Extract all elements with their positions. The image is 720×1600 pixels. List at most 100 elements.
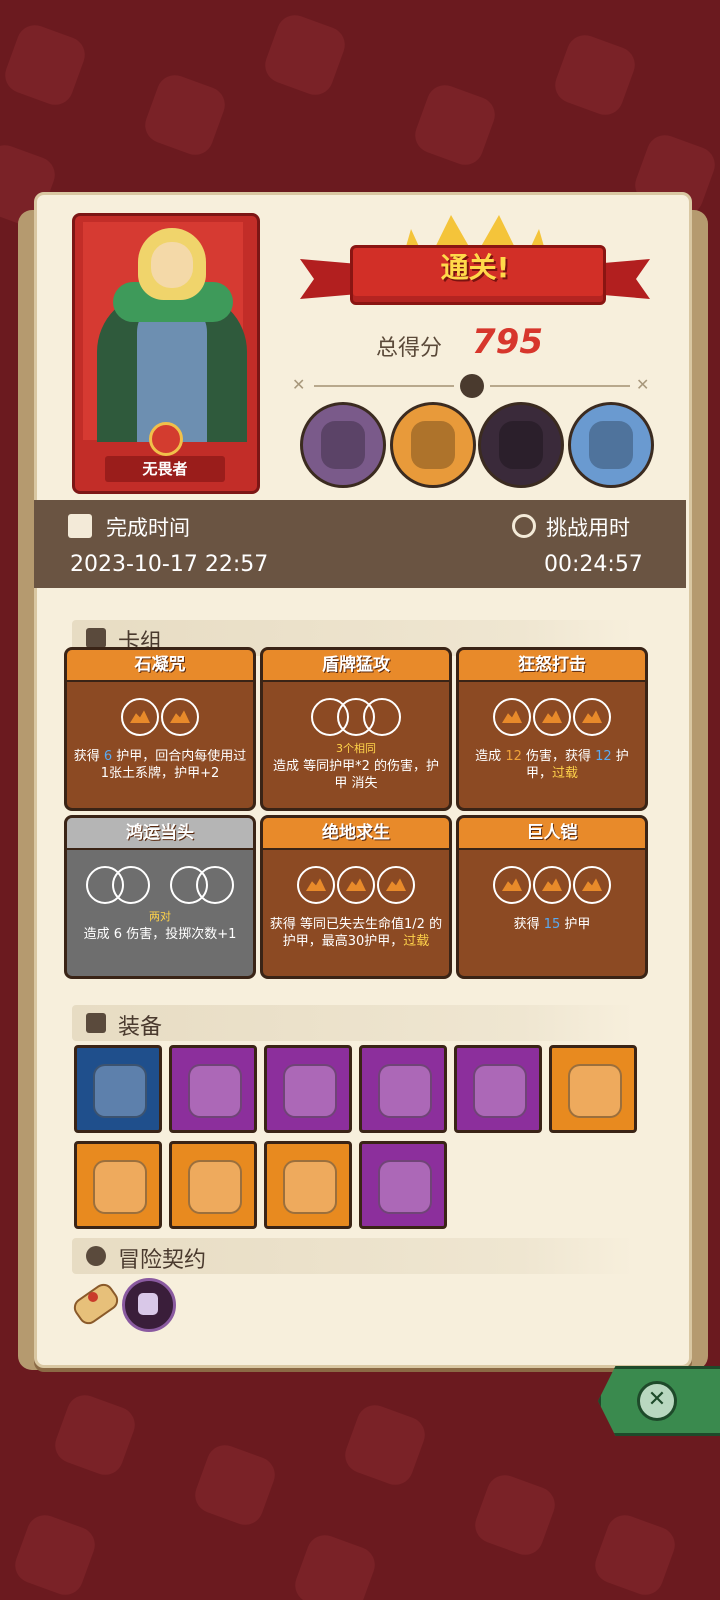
card-description-part: 12 — [505, 749, 522, 764]
contract-title: 冒险契约 — [118, 1248, 207, 1273]
earth-die-icon — [297, 866, 335, 904]
card-condition: 3个相同 — [336, 742, 376, 755]
deck-card[interactable]: 盾牌猛攻 3个相同造成 等同护甲*2 的伤害，护甲 消失 — [260, 647, 452, 811]
earth-die-icon — [377, 866, 415, 904]
card-description-part: 护甲+2 — [174, 766, 220, 781]
card-description: 获得 15 护甲 — [465, 916, 639, 933]
deck-card[interactable]: 鸿运当头两对造成 6 伤害，投掷次数+1 — [64, 815, 256, 979]
earth-die-icon — [493, 698, 531, 736]
dice-slots — [459, 866, 645, 904]
card-description: 造成 12 伤害，获得 12 护甲，过载 — [465, 748, 639, 782]
close-button[interactable]: ✕ — [598, 1366, 720, 1436]
card-description: 造成 6 伤害，投掷次数+1 — [73, 926, 247, 943]
dice-slots — [263, 698, 449, 736]
cracked-dark-rune-icon[interactable] — [359, 1045, 447, 1133]
earth-die-icon — [533, 866, 571, 904]
deck-card[interactable]: 绝地求生获得 等同已失去生命值1/2 的护甲，最高30护甲，过载 — [260, 815, 452, 979]
card-condition: 两对 — [149, 910, 171, 923]
purple-fist-badge-icon[interactable] — [122, 1278, 176, 1332]
deck-card[interactable]: 巨人铠获得 15 护甲 — [456, 815, 648, 979]
card-description-part: 15 — [543, 917, 561, 932]
earth-die-icon — [493, 866, 531, 904]
contract-section-header: 冒险契约 — [72, 1238, 634, 1274]
stopwatch-icon — [512, 514, 536, 538]
dice-slots — [67, 866, 253, 904]
card-name: 巨人铠 — [526, 823, 578, 843]
card-description-part: 获得 — [73, 749, 104, 764]
card-name: 绝地求生 — [322, 823, 390, 843]
emerald-gold-ring-icon[interactable] — [359, 1141, 447, 1229]
card-description-part: 获得 等同已失去 — [269, 917, 366, 932]
skull-icon — [460, 374, 484, 398]
orange-dice-icon[interactable] — [264, 1141, 352, 1229]
card-description-part: 伤害，投掷次数+1 — [122, 927, 237, 942]
hero-card[interactable]: 无畏者 — [72, 213, 260, 494]
dice-slots — [67, 698, 253, 736]
card-name: 狂怒打击 — [518, 655, 586, 675]
duration-label: 挑战用时 — [546, 516, 630, 540]
card-name: 鸿运当头 — [126, 823, 194, 843]
score-value: 795 — [472, 322, 543, 362]
deck-card[interactable]: 狂怒打击造成 12 伤害，获得 12 护甲，过载 — [456, 647, 648, 811]
card-description-part: 护甲*2 的伤害， — [329, 759, 427, 774]
duration-value: 00:24:57 — [544, 552, 643, 577]
finish-time-value: 2023-10-17 22:57 — [70, 552, 269, 577]
card-description-part: 造成 等同 — [272, 759, 330, 774]
card-description: 获得 6 护甲，回合内每使用过1张土系牌，护甲+2 — [73, 748, 247, 782]
earth-die-icon — [533, 698, 571, 736]
hero-portrait — [83, 222, 247, 442]
victory-banner: 通关! — [300, 215, 650, 320]
person-icon — [86, 1246, 106, 1266]
card-description-part: 伤害，获得 — [521, 749, 596, 764]
film-clock-icon — [68, 514, 92, 538]
equipment-section-header: 装备 — [72, 1005, 634, 1041]
blue-demon-mask-icon[interactable] — [264, 1045, 352, 1133]
card-description-part: 土系牌， — [122, 766, 175, 781]
earth-die-icon — [573, 866, 611, 904]
card-description-part: 造成 — [475, 749, 506, 764]
hero-name: 无畏者 — [105, 456, 225, 482]
card-description-part: 造成 — [83, 927, 114, 942]
horned-bull-boss-icon[interactable] — [390, 402, 476, 488]
empty-die-slot — [112, 866, 150, 904]
dark-knight-boss-icon[interactable] — [478, 402, 564, 488]
card-name: 石凝咒 — [134, 655, 186, 675]
card-description-part: 6 — [103, 749, 113, 764]
empty-die-slot — [363, 698, 401, 736]
jeweled-shield-icon[interactable] — [549, 1045, 637, 1133]
fang-claws-icon[interactable] — [454, 1045, 542, 1133]
pink-golem-boss-icon[interactable] — [300, 402, 386, 488]
golden-round-shield-icon[interactable] — [169, 1141, 257, 1229]
cards-icon — [86, 628, 106, 648]
card-description-part: 6 — [113, 927, 123, 942]
victory-title: 通关! — [440, 251, 510, 284]
dice-slots — [459, 698, 645, 736]
empty-die-slot — [196, 866, 234, 904]
card-description: 获得 等同已失去生命值1/2 的护甲，最高30护甲，过载 — [269, 916, 443, 950]
finish-time-label: 完成时间 — [106, 516, 190, 540]
card-description-part: 护甲 — [560, 917, 591, 932]
gold-crown-helmet-icon[interactable] — [74, 1045, 162, 1133]
crossed-swords-icon: ✕ — [292, 375, 306, 394]
pink-slime-cube-icon[interactable] — [169, 1045, 257, 1133]
star-medal-icon — [149, 422, 183, 456]
earth-die-icon — [161, 698, 199, 736]
card-description-part: 获得 — [513, 917, 544, 932]
bone-dragon-boss-icon[interactable] — [568, 402, 654, 488]
card-description-part: 过载 — [552, 766, 579, 781]
earth-die-icon — [121, 698, 159, 736]
crossed-swords-icon: ✕ — [636, 375, 650, 394]
mossy-stone-slab-icon[interactable] — [74, 1141, 162, 1229]
deck-card[interactable]: 石凝咒获得 6 护甲，回合内每使用过1张土系牌，护甲+2 — [64, 647, 256, 811]
scroll-icon[interactable] — [69, 1279, 123, 1329]
card-name: 盾牌猛攻 — [322, 655, 390, 675]
card-description: 造成 等同护甲*2 的伤害，护甲 消失 — [269, 758, 443, 792]
cube-icon — [86, 1013, 106, 1033]
earth-die-icon — [337, 866, 375, 904]
card-description-part: 12 — [595, 749, 612, 764]
stats-bar: 完成时间 2023-10-17 22:57 挑战用时 00:24:57 — [34, 500, 686, 588]
earth-die-icon — [573, 698, 611, 736]
dice-slots — [263, 866, 449, 904]
equipment-title: 装备 — [118, 1015, 163, 1040]
boss-divider: ✕ ✕ — [292, 374, 656, 398]
